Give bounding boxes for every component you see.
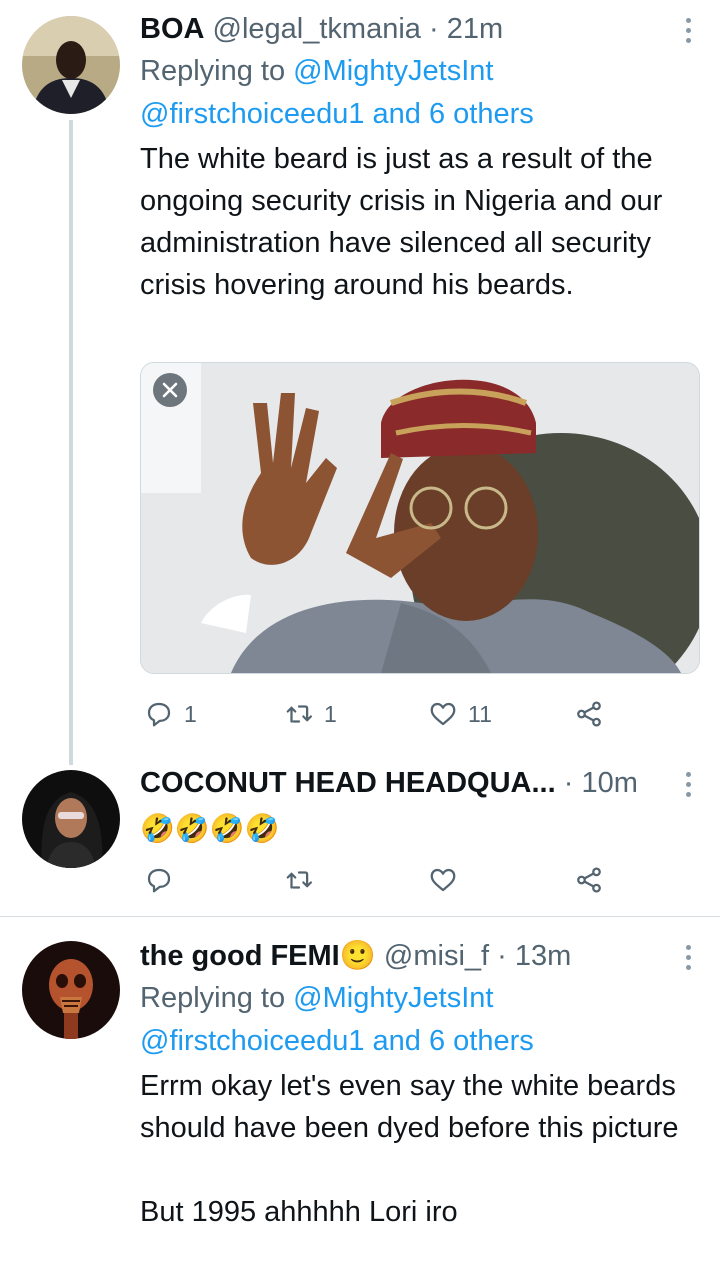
tweet-coconut-head[interactable]: COCONUT HEAD HEADQUA... · 10m 🤣🤣🤣🤣 bbox=[0, 760, 720, 916]
like-icon bbox=[430, 868, 456, 892]
retweet-button[interactable]: 1 bbox=[284, 694, 337, 734]
thread-line bbox=[69, 120, 73, 765]
avatar-boa[interactable] bbox=[22, 16, 120, 114]
photo-man-gesturing bbox=[141, 363, 699, 673]
reply-others-link[interactable]: @firstchoiceedu1 and 6 others bbox=[140, 98, 534, 130]
share-button[interactable] bbox=[574, 694, 604, 734]
more-icon[interactable] bbox=[678, 939, 698, 975]
like-button[interactable]: 11 bbox=[428, 694, 492, 734]
more-icon[interactable] bbox=[678, 12, 698, 48]
share-icon bbox=[577, 867, 601, 893]
reply-count: 1 bbox=[184, 700, 197, 727]
timestamp[interactable]: 21m bbox=[447, 13, 503, 45]
share-icon bbox=[577, 701, 601, 727]
reply-user-link[interactable]: @MightyJetsInt bbox=[293, 55, 493, 87]
handle[interactable]: @legal_tkmania bbox=[213, 13, 421, 45]
reply-button[interactable]: 1 bbox=[144, 694, 197, 734]
tweet-header: BOA @legal_tkmania · 21m bbox=[140, 13, 504, 45]
tweet-text-paragraph-2: But 1995 ahhhhh Lori iro bbox=[140, 1196, 458, 1228]
tweet-header: the good FEMI🙂 @misi_f · 13m bbox=[140, 940, 572, 972]
reply-button[interactable] bbox=[144, 860, 174, 900]
retweet-icon bbox=[286, 705, 312, 723]
like-icon bbox=[430, 702, 456, 726]
replying-to-label: Replying to bbox=[140, 55, 286, 87]
replying-to-label: Replying to bbox=[140, 982, 286, 1014]
retweet-count: 1 bbox=[324, 700, 337, 727]
avatar-the-good-femi[interactable] bbox=[22, 941, 120, 1039]
tweet-text: Errm okay let's even say the white beard… bbox=[140, 1070, 679, 1144]
retweet-icon bbox=[286, 871, 312, 889]
more-icon[interactable] bbox=[678, 766, 698, 802]
replying-to: Replying to @MightyJetsInt @firstchoicee… bbox=[140, 50, 698, 136]
reply-user-link[interactable]: @MightyJetsInt bbox=[293, 982, 493, 1014]
avatar-coconut-head[interactable] bbox=[22, 770, 120, 868]
reply-icon bbox=[147, 702, 171, 727]
handle[interactable]: @misi_f bbox=[384, 940, 489, 972]
like-count: 11 bbox=[468, 700, 492, 727]
display-name[interactable]: the good FEMI🙂 bbox=[140, 940, 376, 972]
emoji-rofl-text: 🤣🤣🤣🤣 bbox=[140, 813, 280, 844]
tweet-header: COCONUT HEAD HEADQUA... · 10m bbox=[140, 767, 638, 799]
close-icon[interactable] bbox=[153, 373, 187, 407]
tweet-text: 🤣🤣🤣🤣 bbox=[140, 808, 698, 850]
reply-icon bbox=[147, 868, 171, 893]
replying-to: Replying to @MightyJetsInt @firstchoicee… bbox=[140, 977, 698, 1063]
tweet-the-good-femi[interactable]: the good FEMI🙂 @misi_f · 13m Replying to… bbox=[0, 917, 720, 1286]
reply-others-link[interactable]: @firstchoiceedu1 and 6 others bbox=[140, 1025, 534, 1057]
timestamp[interactable]: 13m bbox=[515, 940, 571, 972]
share-button[interactable] bbox=[574, 860, 604, 900]
tweet-actions: 1 1 11 bbox=[140, 694, 620, 734]
like-button[interactable] bbox=[428, 860, 458, 900]
tweet-boa[interactable]: BOA @legal_tkmania · 21m Replying to @Mi… bbox=[0, 0, 720, 765]
retweet-button[interactable] bbox=[284, 860, 314, 900]
tweet-actions bbox=[140, 860, 620, 900]
display-name[interactable]: COCONUT HEAD HEADQUA... bbox=[140, 767, 556, 799]
display-name[interactable]: BOA bbox=[140, 13, 204, 45]
tweet-text: The white beard is just as a result of t… bbox=[140, 143, 663, 301]
timestamp[interactable]: 10m bbox=[581, 767, 637, 799]
tweet-image[interactable] bbox=[140, 362, 700, 674]
